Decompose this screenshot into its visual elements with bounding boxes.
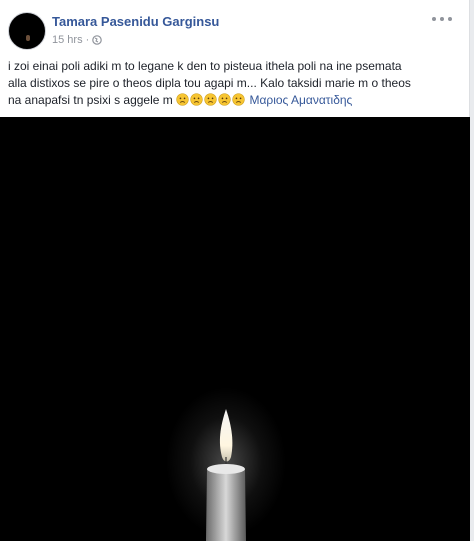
post-photo[interactable] (0, 117, 470, 541)
sad-face-emoji (190, 93, 203, 106)
post-text-line-last: na anapafsi tn psixi s aggele m Μαριος Α… (8, 92, 458, 109)
tagged-user-link[interactable]: Μαριος Αμανατιδης (249, 93, 352, 107)
post-text-line: alla distixos se pire o theos dipla tou … (8, 76, 411, 90)
post-options-button[interactable] (432, 14, 452, 24)
sad-face-emoji (232, 93, 245, 106)
sad-face-emoji (176, 93, 189, 106)
options-dot-icon (448, 17, 452, 21)
post-author-name[interactable]: Tamara Pasenidu Garginsu (52, 14, 219, 29)
post-text: i zoi einai poli adiki m to legane k den… (8, 58, 458, 109)
avatar[interactable] (8, 12, 46, 50)
options-dot-icon (432, 17, 436, 21)
post-text-segment: na anapafsi tn psixi s aggele m (8, 93, 173, 107)
candle-icon (166, 387, 286, 541)
sad-face-emoji (204, 93, 217, 106)
emoji-group (173, 93, 250, 107)
options-dot-icon (440, 17, 444, 21)
post-meta: 15 hrs · (52, 34, 103, 46)
sad-face-emoji (218, 93, 231, 106)
post-timestamp[interactable]: 15 hrs (52, 34, 83, 46)
post-text-line: i zoi einai poli adiki m to legane k den… (8, 59, 402, 73)
globe-icon[interactable] (92, 35, 103, 45)
avatar-image-detail (26, 35, 30, 41)
post-card: Tamara Pasenidu Garginsu 15 hrs · i zoi … (0, 0, 470, 541)
meta-separator: · (85, 34, 90, 46)
